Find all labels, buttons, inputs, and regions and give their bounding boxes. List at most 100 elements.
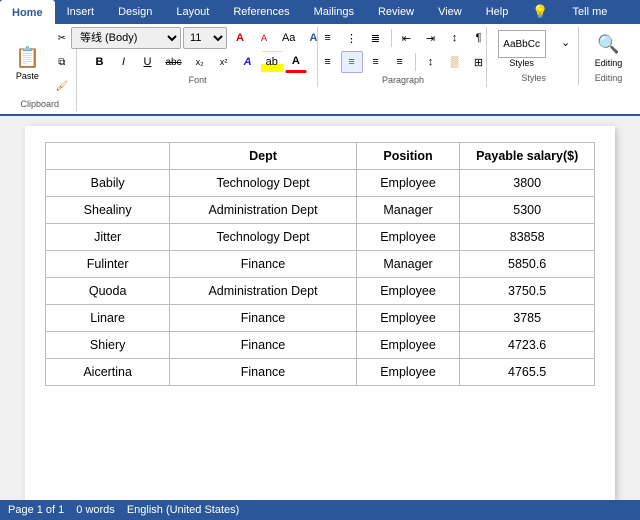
justify-button[interactable]: ≡ <box>389 51 411 73</box>
para-row1: ≡ ⋮ ≣ ⇤ ⇥ ↕ ¶ <box>317 27 490 49</box>
cell-salary: 4723.6 <box>460 332 595 359</box>
editing-button[interactable]: 🔍 Editing <box>588 27 630 71</box>
bullets-button[interactable]: ≡ <box>317 27 339 49</box>
cell-position: Employee <box>356 170 460 197</box>
cell-dept: Finance <box>170 251 356 278</box>
clipboard-label: Clipboard <box>21 99 60 109</box>
font-size-select[interactable]: 11 <box>183 27 227 49</box>
styles-label: Styles <box>521 73 546 83</box>
cell-name: Fulinter <box>46 251 170 278</box>
header-name <box>46 143 170 170</box>
language: English (United States) <box>127 504 240 516</box>
tab-home[interactable]: Home <box>0 0 55 24</box>
tab-insert[interactable]: Insert <box>55 0 107 24</box>
borders-button[interactable]: ⊞ <box>468 51 490 73</box>
ribbon: Home Insert Design Layout References Mai… <box>0 0 640 116</box>
tab-design[interactable]: Design <box>106 0 164 24</box>
decrease-indent-button[interactable]: ⇤ <box>396 27 418 49</box>
align-left-button[interactable]: ≡ <box>317 51 339 73</box>
underline-button[interactable]: U <box>136 51 158 73</box>
format-painter-button[interactable]: 🖌 <box>50 75 73 97</box>
cell-salary: 5850.6 <box>460 251 595 278</box>
table-row: Linare Finance Employee 3785 <box>46 305 595 332</box>
superscript-button[interactable]: x² <box>213 51 235 73</box>
clear-format-button[interactable]: Aa <box>277 27 300 49</box>
shrink-font-button[interactable]: A <box>253 27 275 49</box>
cell-salary: 4765.5 <box>460 359 595 386</box>
font-color-button[interactable]: A <box>285 51 307 73</box>
numbering-button[interactable]: ⋮ <box>341 27 363 49</box>
cell-dept: Finance <box>170 359 356 386</box>
text-effects-button[interactable]: A <box>237 51 259 73</box>
copy-button[interactable]: ⧉ <box>50 51 73 73</box>
font-label: Font <box>189 75 207 85</box>
table-row: Shealiny Administration Dept Manager 530… <box>46 197 595 224</box>
header-salary: Payable salary($) <box>460 143 595 170</box>
cell-name: Quoda <box>46 278 170 305</box>
header-dept: Dept <box>170 143 356 170</box>
styles-dialog-button[interactable]: ⌄ <box>555 31 577 53</box>
text-highlight-button[interactable]: ab <box>261 51 283 73</box>
increase-indent-button[interactable]: ⇥ <box>420 27 442 49</box>
tab-tell-me[interactable]: Tell me <box>561 0 620 24</box>
table-row: Shiery Finance Employee 4723.6 <box>46 332 595 359</box>
cell-salary: 3800 <box>460 170 595 197</box>
font-row2: B I U abc x₂ x² A ab A <box>88 51 306 73</box>
tab-view[interactable]: View <box>426 0 474 24</box>
sep2 <box>415 53 416 71</box>
align-right-button[interactable]: ≡ <box>365 51 387 73</box>
paragraph-group: ≡ ⋮ ≣ ⇤ ⇥ ↕ ¶ ≡ ≡ ≡ ≡ ↕ ▒ ⊞ Paragraph <box>320 27 487 87</box>
bold-button[interactable]: B <box>88 51 110 73</box>
table-row: Jitter Technology Dept Employee 83858 <box>46 224 595 251</box>
sort-button[interactable]: ↕ <box>444 27 466 49</box>
styles-button[interactable]: AaBbCc Styles <box>491 27 553 71</box>
ribbon-tabs: Home Insert Design Layout References Mai… <box>0 0 640 24</box>
word-count: 0 words <box>76 504 115 516</box>
tab-review[interactable]: Review <box>366 0 426 24</box>
grow-font-button[interactable]: A <box>229 27 251 49</box>
italic-button[interactable]: I <box>112 51 134 73</box>
show-marks-button[interactable]: ¶ <box>468 27 490 49</box>
paste-button[interactable]: 📋 Paste <box>6 40 48 84</box>
table-row: Aicertina Finance Employee 4765.5 <box>46 359 595 386</box>
tab-mailings[interactable]: Mailings <box>302 0 366 24</box>
tab-layout[interactable]: Layout <box>164 0 221 24</box>
tab-references[interactable]: References <box>221 0 301 24</box>
clipboard-group: 📋 Paste ✂ ⧉ 🖌 Clipboard <box>4 27 77 111</box>
strikethrough-button[interactable]: abc <box>160 51 186 73</box>
cut-button[interactable]: ✂ <box>50 27 73 49</box>
font-family-select[interactable]: 等线 (Body) <box>71 27 181 49</box>
shading-button[interactable]: ▒ <box>444 51 466 73</box>
table-body: Babily Technology Dept Employee 3800 She… <box>46 170 595 386</box>
cell-dept: Administration Dept <box>170 278 356 305</box>
editing-group: 🔍 Editing Editing <box>581 27 636 85</box>
align-center-button[interactable]: ≡ <box>341 51 363 73</box>
cell-name: Babily <box>46 170 170 197</box>
cell-position: Employee <box>356 305 460 332</box>
cell-position: Employee <box>356 359 460 386</box>
table-row: Quoda Administration Dept Employee 3750.… <box>46 278 595 305</box>
cell-name: Shealiny <box>46 197 170 224</box>
subscript-button[interactable]: x₂ <box>189 51 211 73</box>
page[interactable]: Dept Position Payable salary($) Babily T… <box>25 126 615 500</box>
table-row: Babily Technology Dept Employee 3800 <box>46 170 595 197</box>
cell-dept: Administration Dept <box>170 197 356 224</box>
multilevel-button[interactable]: ≣ <box>365 27 387 49</box>
ribbon-body: 📋 Paste ✂ ⧉ 🖌 Clipboard 等线 (Body) 11 <box>0 24 640 116</box>
cell-salary: 3750.5 <box>460 278 595 305</box>
editing-icon: 🔍 <box>595 30 623 58</box>
styles-preview: AaBbCc <box>503 39 540 50</box>
para-row2: ≡ ≡ ≡ ≡ ↕ ▒ ⊞ <box>317 51 490 73</box>
cell-dept: Technology Dept <box>170 170 356 197</box>
line-spacing-button[interactable]: ↕ <box>420 51 442 73</box>
styles-group: AaBbCc Styles ⌄ Styles <box>489 27 579 85</box>
header-position: Position <box>356 143 460 170</box>
status-bar: Page 1 of 1 0 words English (United Stat… <box>0 500 640 520</box>
cell-dept: Finance <box>170 332 356 359</box>
tab-help[interactable]: Help <box>474 0 521 24</box>
tab-lightbulb[interactable]: 💡 <box>520 0 560 24</box>
cell-position: Manager <box>356 197 460 224</box>
document-area: Dept Position Payable salary($) Babily T… <box>0 116 640 500</box>
sep1 <box>391 29 392 47</box>
cell-salary: 83858 <box>460 224 595 251</box>
